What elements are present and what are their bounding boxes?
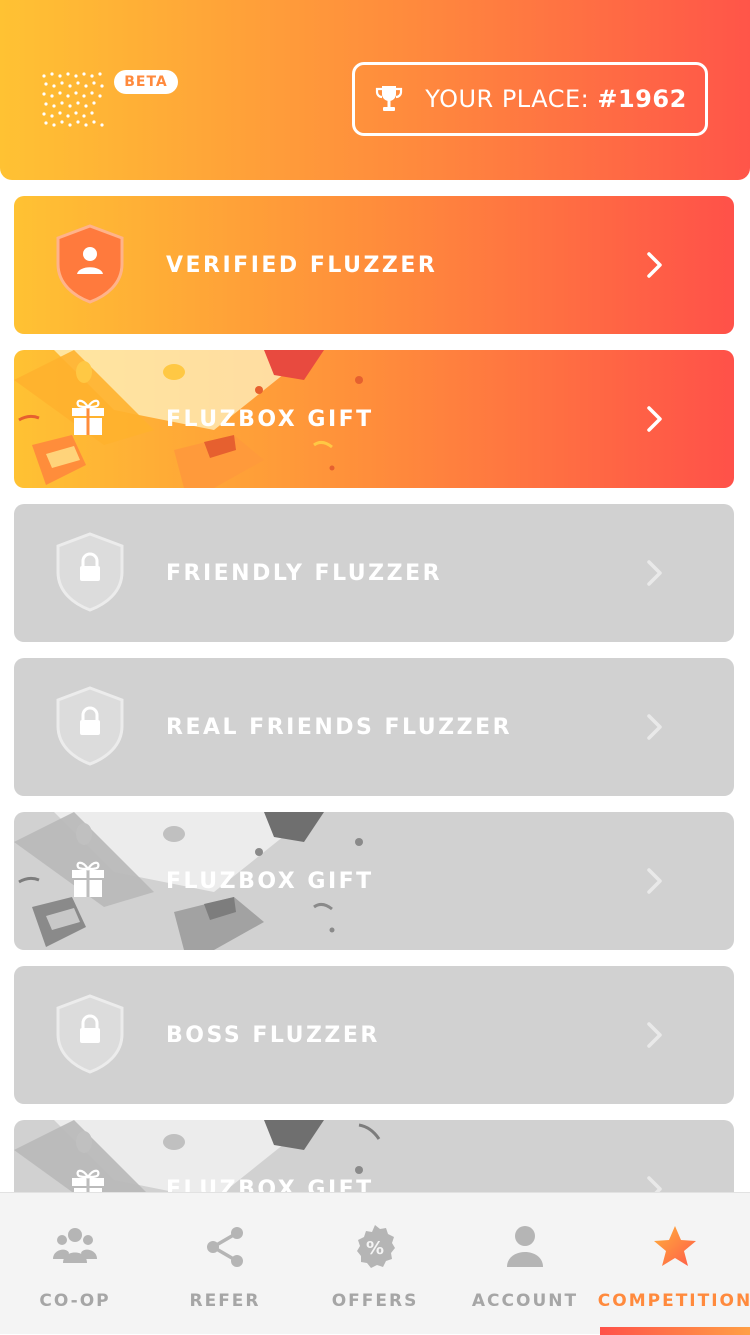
your-place-text: YOUR PLACE: #1962	[425, 85, 687, 113]
star-icon	[654, 1226, 696, 1266]
chevron-right-icon	[647, 1022, 662, 1048]
svg-text:%: %	[366, 1238, 384, 1259]
tab-label: COMPETITION	[597, 1291, 750, 1311]
share-icon	[207, 1227, 243, 1267]
tab-competition[interactable]: COMPETITION	[597, 1193, 750, 1335]
lock-shield-icon	[56, 686, 124, 766]
achievement-card-boss-fluzzer[interactable]: BOSS FLUZZER	[14, 966, 734, 1104]
achievement-card-fluzbox-gift[interactable]: FLUZBOX GIFT	[14, 350, 734, 488]
fluz-logo-icon	[42, 72, 104, 127]
your-place-value: #1962	[597, 85, 687, 113]
achievement-label: FRIENDLY FLUZZER	[166, 560, 443, 586]
tab-label: CO-OP	[39, 1291, 111, 1311]
bottom-tab-bar: CO-OP REFER % OFFERS ACCOUNT COMPETITION	[0, 1192, 750, 1335]
achievement-label: FLUZBOX GIFT	[166, 868, 374, 894]
chevron-right-icon	[647, 560, 662, 586]
your-place-prefix: YOUR PLACE:	[425, 85, 598, 113]
tab-label: OFFERS	[331, 1291, 419, 1311]
chevron-right-icon	[647, 406, 662, 432]
tab-offers[interactable]: % OFFERS	[300, 1193, 450, 1335]
chevron-right-icon	[647, 252, 662, 278]
user-icon	[507, 1226, 543, 1267]
header: BETA YOUR PLACE: #1962	[0, 0, 750, 180]
percent-badge-icon: %	[357, 1225, 395, 1268]
gift-icon	[72, 399, 104, 435]
tab-account[interactable]: ACCOUNT	[450, 1193, 600, 1335]
achievement-label: VERIFIED FLUZZER	[166, 252, 438, 278]
your-place-button[interactable]: YOUR PLACE: #1962	[352, 62, 708, 136]
group-icon	[53, 1228, 97, 1263]
beta-badge: BETA	[114, 70, 178, 94]
lock-shield-icon	[56, 994, 124, 1074]
lock-shield-icon	[56, 532, 124, 612]
chevron-right-icon	[647, 868, 662, 894]
gift-icon	[72, 861, 104, 897]
tab-co-op[interactable]: CO-OP	[0, 1193, 150, 1335]
tab-refer[interactable]: REFER	[150, 1193, 300, 1335]
chevron-right-icon	[647, 714, 662, 740]
verified-shield-icon	[56, 224, 124, 304]
achievement-label: BOSS FLUZZER	[166, 1022, 380, 1048]
achievement-card-fluzbox-gift-locked[interactable]: FLUZBOX GIFT	[14, 812, 734, 950]
tab-label: ACCOUNT	[471, 1291, 579, 1311]
achievement-label: FLUZBOX GIFT	[166, 406, 374, 432]
tab-label: REFER	[189, 1291, 261, 1311]
achievement-card-real-friends-fluzzer[interactable]: REAL FRIENDS FLUZZER	[14, 658, 734, 796]
trophy-icon	[376, 86, 403, 111]
achievement-list: VERIFIED FLUZZER FLUZBOX GIFT FRIENDLY F…	[14, 196, 736, 1230]
achievement-card-friendly-fluzzer[interactable]: FRIENDLY FLUZZER	[14, 504, 734, 642]
achievement-label: REAL FRIENDS FLUZZER	[166, 714, 513, 740]
achievement-card-verified-fluzzer[interactable]: VERIFIED FLUZZER	[14, 196, 734, 334]
